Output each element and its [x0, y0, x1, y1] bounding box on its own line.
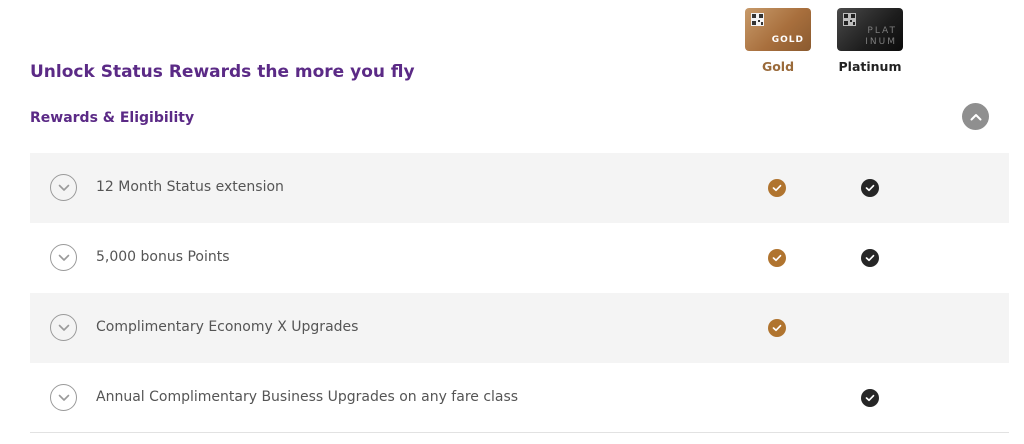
- collapse-section-button[interactable]: [962, 103, 989, 130]
- reward-label: Complimentary Economy X Upgrades: [96, 319, 359, 335]
- reward-label: 5,000 bonus Points: [96, 249, 230, 265]
- page-title: Unlock Status Rewards the more you fly: [30, 62, 415, 82]
- rewards-table: 12 Month Status extension 5,000 bonus Po…: [30, 153, 1009, 433]
- chevron-down-icon: [58, 254, 69, 261]
- gold-check-icon: [768, 179, 786, 197]
- platinum-check-icon: [861, 389, 879, 407]
- expand-row-button[interactable]: [50, 174, 77, 201]
- reward-row[interactable]: 5,000 bonus Points: [30, 223, 1009, 293]
- chevron-down-icon: [58, 184, 69, 191]
- tier-label-gold: Gold: [761, 59, 795, 74]
- tier-label-platinum: Platinum: [838, 59, 902, 74]
- platinum-check-icon: [861, 179, 879, 197]
- reward-row[interactable]: Complimentary Economy X Upgrades: [30, 293, 1009, 363]
- gold-check-icon: [768, 249, 786, 267]
- section-title: Rewards & Eligibility: [30, 110, 195, 126]
- platinum-card-text: PLAT INUM: [865, 26, 897, 47]
- expand-row-button[interactable]: [50, 314, 77, 341]
- platinum-card-image: PLAT INUM: [837, 8, 903, 51]
- reward-label: 12 Month Status extension: [96, 179, 284, 195]
- chevron-down-icon: [58, 394, 69, 401]
- reward-row[interactable]: Annual Complimentary Business Upgrades o…: [30, 363, 1009, 433]
- tier-platinum: PLAT INUM Platinum: [836, 8, 904, 74]
- tier-gold: GOLD Gold: [744, 8, 812, 74]
- gold-check-icon: [768, 319, 786, 337]
- qr-code-icon: [843, 13, 856, 26]
- gold-card-image: GOLD: [745, 8, 811, 51]
- expand-row-button[interactable]: [50, 244, 77, 271]
- gold-card-text: GOLD: [771, 35, 804, 45]
- expand-row-button[interactable]: [50, 384, 77, 411]
- qr-code-icon: [751, 13, 764, 26]
- platinum-check-icon: [861, 249, 879, 267]
- reward-row[interactable]: 12 Month Status extension: [30, 153, 1009, 223]
- chevron-down-icon: [58, 324, 69, 331]
- chevron-up-icon: [970, 113, 981, 120]
- reward-label: Annual Complimentary Business Upgrades o…: [96, 389, 519, 405]
